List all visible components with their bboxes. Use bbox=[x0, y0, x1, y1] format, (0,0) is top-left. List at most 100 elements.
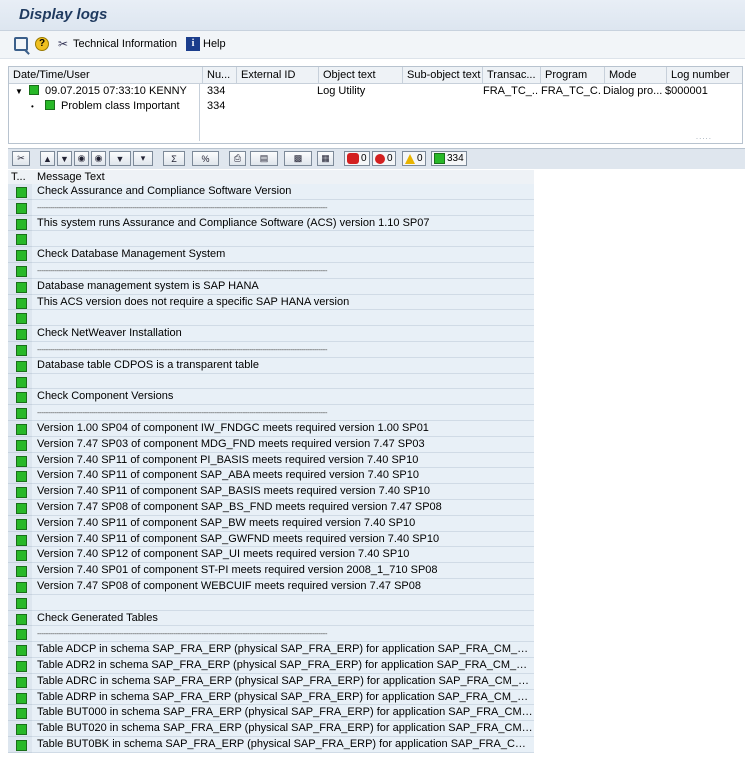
message-text: Version 7.40 SP11 of component SAP_BASIS… bbox=[32, 484, 534, 500]
status-cell bbox=[8, 452, 32, 469]
details-button[interactable]: ✂ bbox=[12, 151, 30, 166]
help-button[interactable]: i Help bbox=[186, 36, 226, 52]
find-button[interactable] bbox=[14, 36, 28, 52]
find-button[interactable]: ◉ bbox=[74, 151, 89, 166]
message-text: Version 7.47 SP03 of component MDG_FND m… bbox=[32, 436, 534, 453]
table-row[interactable]: Table ADCP in schema SAP_FRA_ERP (physic… bbox=[8, 642, 534, 658]
table-row[interactable] bbox=[8, 310, 534, 327]
total-button[interactable]: Σ bbox=[163, 151, 185, 166]
technical-information-button[interactable]: ✂ Technical Information bbox=[56, 36, 177, 52]
message-text: This ACS version does not require a spec… bbox=[32, 294, 534, 311]
table-row[interactable]: Check NetWeaver Installation bbox=[8, 326, 534, 342]
table-row[interactable]: Check Generated Tables bbox=[8, 610, 534, 627]
success-icon bbox=[16, 661, 27, 672]
success-icon bbox=[16, 503, 27, 514]
table-row[interactable]: Database table CDPOS is a transparent ta… bbox=[8, 357, 534, 374]
sort-ascending-button[interactable]: ▲ bbox=[40, 151, 55, 166]
problem-class-label: Problem class Important bbox=[61, 100, 180, 112]
warning-count-button[interactable]: 0 bbox=[402, 151, 426, 166]
success-icon bbox=[16, 281, 27, 293]
expanded-triangle-icon[interactable]: ▼ bbox=[13, 84, 27, 99]
filter-button[interactable]: ▼ bbox=[109, 151, 131, 166]
layout-button[interactable]: ▦ bbox=[317, 151, 334, 166]
column-program[interactable]: Program bbox=[541, 67, 605, 83]
column-sub-object-text[interactable]: Sub-object text bbox=[403, 67, 483, 83]
table-row[interactable]: Check Component Versions bbox=[8, 389, 534, 406]
find-next-button[interactable]: ◉ bbox=[91, 151, 106, 166]
status-cell bbox=[8, 610, 32, 627]
table-row[interactable]: Version 7.40 SP11 of component SAP_BASIS… bbox=[8, 484, 534, 500]
column-external-id[interactable]: External ID bbox=[237, 67, 319, 83]
column-object-text[interactable]: Object text bbox=[319, 67, 403, 83]
table-row[interactable]: Table BUT000 in schema SAP_FRA_ERP (phys… bbox=[8, 705, 534, 722]
table-row[interactable]: ----------------------------------------… bbox=[8, 342, 534, 358]
table-row[interactable]: Check Database Management System bbox=[8, 247, 534, 263]
message-text: Database table CDPOS is a transparent ta… bbox=[32, 357, 534, 374]
table-row[interactable]: Table ADRC in schema SAP_FRA_ERP (physic… bbox=[8, 673, 534, 690]
message-text: Check Assurance and Compliance Software … bbox=[32, 184, 534, 200]
table-row[interactable]: ----------------------------------------… bbox=[8, 199, 534, 216]
sort-descending-button[interactable]: ▼ bbox=[57, 151, 72, 166]
table-row[interactable]: Version 7.47 SP08 of component WEBCUIF m… bbox=[8, 579, 534, 595]
table-row[interactable]: Table BUT0BK in schema SAP_FRA_ERP (phys… bbox=[8, 737, 534, 753]
message-text: ----------------------------------------… bbox=[32, 626, 534, 643]
column-log-number[interactable]: Log number bbox=[667, 67, 742, 83]
column-date-time-user[interactable]: Date/Time/User bbox=[9, 67, 203, 83]
help-circle-button[interactable]: ? bbox=[35, 36, 49, 52]
table-row[interactable] bbox=[8, 231, 534, 248]
page-title: Display logs bbox=[19, 6, 108, 23]
column-message-text[interactable]: Message Text bbox=[32, 170, 534, 184]
table-row[interactable]: Version 1.00 SP04 of component IW_FNDGC … bbox=[8, 421, 534, 437]
table-row[interactable] bbox=[8, 594, 534, 611]
stop-icon bbox=[347, 153, 359, 164]
success-count-button[interactable]: 334 bbox=[431, 151, 467, 166]
table-row[interactable]: Version 7.40 SP01 of component ST-PI mee… bbox=[8, 563, 534, 579]
stop-count-button[interactable]: 0 bbox=[344, 151, 370, 166]
column-type[interactable]: T... bbox=[8, 170, 32, 184]
table-row[interactable]: ----------------------------------------… bbox=[8, 626, 534, 643]
export-button[interactable]: ▩ bbox=[284, 151, 312, 166]
filter-menu-button[interactable]: ▾ bbox=[133, 151, 153, 166]
table-row[interactable]: Version 7.47 SP03 of component MDG_FND m… bbox=[8, 436, 534, 453]
glasses-icon: ✂ bbox=[17, 153, 25, 163]
table-row[interactable]: Table BUT020 in schema SAP_FRA_ERP (phys… bbox=[8, 721, 534, 737]
table-row[interactable] bbox=[8, 373, 534, 390]
message-text: Table ADRC in schema SAP_FRA_ERP (physic… bbox=[32, 673, 534, 690]
error-count: 0 bbox=[387, 153, 393, 164]
resize-handle[interactable]: ..... bbox=[696, 132, 712, 141]
table-row[interactable]: Version 7.40 SP11 of component SAP_BW me… bbox=[8, 515, 534, 532]
problem-class-count: 334 bbox=[207, 100, 226, 112]
table-row[interactable]: Table ADRP in schema SAP_FRA_ERP (physic… bbox=[8, 689, 534, 706]
table-row[interactable]: This ACS version does not require a spec… bbox=[8, 294, 534, 311]
column-number[interactable]: Nu... bbox=[203, 67, 237, 83]
table-row[interactable]: Version 7.40 SP11 of component PI_BASIS … bbox=[8, 452, 534, 469]
filter-icon: ▼ bbox=[115, 153, 125, 164]
table-row[interactable]: ----------------------------------------… bbox=[8, 263, 534, 279]
message-text: Table BUT000 in schema SAP_FRA_ERP (phys… bbox=[32, 705, 534, 722]
subtotal-button[interactable]: % bbox=[192, 151, 219, 166]
success-icon bbox=[16, 740, 27, 751]
sort-ascending-icon: ▲ bbox=[43, 153, 52, 164]
message-text: Version 7.40 SP11 of component PI_BASIS … bbox=[32, 452, 534, 469]
log-header-row[interactable]: ▼ 09.07.2015 07:33:10 KENNY 334 Log Util… bbox=[9, 84, 742, 99]
table-row[interactable]: Table ADR2 in schema SAP_FRA_ERP (physic… bbox=[8, 658, 534, 674]
table-row[interactable]: ----------------------------------------… bbox=[8, 405, 534, 421]
problem-class-row[interactable]: • Problem class Important 334 bbox=[9, 99, 742, 114]
status-cell bbox=[8, 436, 32, 453]
column-mode[interactable]: Mode bbox=[605, 67, 667, 83]
table-row[interactable]: Check Assurance and Compliance Software … bbox=[8, 184, 534, 200]
status-cell bbox=[8, 705, 32, 722]
message-text: Version 7.47 SP08 of component SAP_BS_FN… bbox=[32, 500, 534, 516]
table-row[interactable]: Version 7.40 SP12 of component SAP_UI me… bbox=[8, 547, 534, 564]
print-button[interactable]: ⎙ bbox=[229, 151, 246, 166]
status-cell bbox=[8, 515, 32, 532]
status-cell bbox=[8, 184, 32, 200]
table-row[interactable]: Version 7.47 SP08 of component SAP_BS_FN… bbox=[8, 500, 534, 516]
table-row[interactable]: Version 7.40 SP11 of component SAP_ABA m… bbox=[8, 468, 534, 485]
table-row[interactable]: This system runs Assurance and Complianc… bbox=[8, 215, 534, 232]
table-row[interactable]: Database management system is SAP HANA bbox=[8, 278, 534, 295]
column-transaction[interactable]: Transac... bbox=[483, 67, 541, 83]
views-button[interactable]: ▤ bbox=[250, 151, 278, 166]
error-count-button[interactable]: 0 bbox=[372, 151, 396, 166]
table-row[interactable]: Version 7.40 SP11 of component SAP_GWFND… bbox=[8, 531, 534, 548]
